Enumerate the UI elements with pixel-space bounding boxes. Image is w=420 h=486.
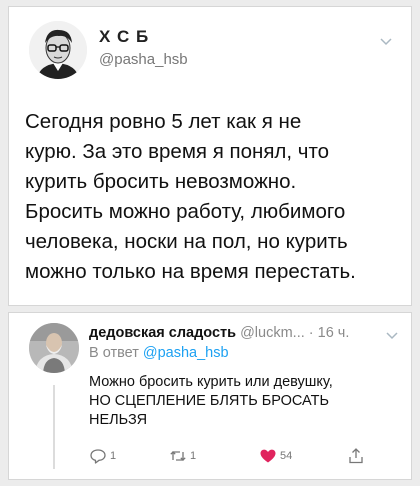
tweet-text-line: курю. За это время я понял, что xyxy=(25,140,330,163)
tweet-text-line: НО СЦЕПЛЕНИЕ БЛЯТЬ БРОСАТЬ xyxy=(89,393,329,409)
tweet-text-line: Можно бросить курить или девушку, xyxy=(89,374,333,390)
retweet-count: 1 xyxy=(190,450,197,462)
thread-line xyxy=(53,385,55,469)
avatar[interactable] xyxy=(29,21,87,79)
display-name[interactable]: дедовская сладость xyxy=(89,325,236,341)
tweet-text-line: курить бросить невозможно. xyxy=(25,170,297,193)
retweet-button[interactable]: 1 xyxy=(169,445,196,467)
share-button[interactable] xyxy=(347,445,368,467)
tweet-actions: 1 1 54 xyxy=(89,445,389,467)
reply-button[interactable]: 1 xyxy=(89,445,116,467)
like-count: 54 xyxy=(280,450,293,462)
display-name[interactable]: Х С Б xyxy=(99,27,149,47)
tweet-text-line: можно только на время перестать. xyxy=(25,260,356,283)
tweet-text-line: Бросить можно работу, любимого xyxy=(25,200,346,223)
reply-header: дедовская сладость @luckm... · 16 ч. xyxy=(89,325,349,341)
chevron-down-icon[interactable] xyxy=(379,37,393,47)
heart-icon xyxy=(260,449,276,463)
tweet-card[interactable]: Х С Б @pasha_hsb Сегодня ровно 5 лет как… xyxy=(8,6,412,306)
tweet-text-line: человека, носки на пол, но курить xyxy=(25,230,348,253)
avatar-photo-icon xyxy=(29,323,79,373)
chevron-down-icon[interactable] xyxy=(385,331,399,341)
handle-and-time[interactable]: @luckm... · 16 ч. xyxy=(236,325,349,341)
reply-to-link[interactable]: @pasha_hsb xyxy=(143,345,229,361)
user-handle[interactable]: @pasha_hsb xyxy=(99,51,188,68)
reply-prefix: В ответ xyxy=(89,345,143,361)
reply-icon xyxy=(90,449,106,464)
avatar[interactable] xyxy=(29,323,79,373)
tweet-text: Сегодня ровно 5 лет как я не курю. За эт… xyxy=(25,107,409,287)
retweet-icon xyxy=(170,451,186,461)
reply-tweet-card[interactable]: дедовская сладость @luckm... · 16 ч. В о… xyxy=(8,312,412,480)
tweet-text: Можно бросить курить или девушку, НО СЦЕ… xyxy=(89,373,399,430)
like-button[interactable]: 54 xyxy=(259,445,292,467)
share-icon xyxy=(349,448,363,464)
tweet-text-line: НЕЛЬЗЯ xyxy=(89,412,148,428)
reply-to-line: В ответ @pasha_hsb xyxy=(89,345,229,361)
avatar-portrait-icon xyxy=(29,21,87,79)
reply-count: 1 xyxy=(110,450,117,462)
tweet-text-line: Сегодня ровно 5 лет как я не xyxy=(25,110,302,133)
